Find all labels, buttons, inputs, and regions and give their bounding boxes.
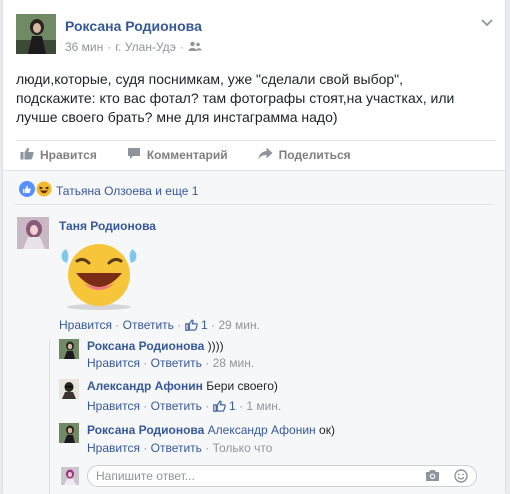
like-label: Нравится [40, 147, 97, 162]
thumbs-up-icon [184, 319, 198, 334]
reply-reply-link[interactable]: Ответить [151, 399, 202, 413]
reply-time[interactable]: 28 мин. [213, 356, 255, 370]
thumbs-up-icon [212, 400, 226, 415]
divider [15, 204, 493, 205]
post-text: люди,которые, судя поснимкам, уже "сдела… [16, 71, 455, 125]
comment-actions: Нравится · Ответить · 1 · 29 мин. [59, 318, 260, 334]
smile-icon[interactable] [454, 469, 468, 486]
thumbs-up-icon [20, 147, 34, 163]
like-button[interactable]: Нравится [20, 147, 97, 163]
post-card: Роксана Родионова 36 мин · г. Улан-Удэ ·… [2, 0, 506, 494]
reactions-summary[interactable]: Татьяна Олзоева и еще 1 [19, 181, 198, 200]
reply-input-placeholder: Напишите ответ... [96, 469, 195, 483]
reply-like-count[interactable]: 1 [229, 399, 236, 413]
chevron-down-icon[interactable] [481, 14, 493, 30]
share-label: Поделиться [278, 147, 351, 162]
reply-actions: Нравится · Ответить · 28 мин. [87, 356, 255, 370]
reply-text: Бери своего) [206, 379, 278, 393]
share-icon [258, 147, 273, 163]
comment-reply-link[interactable]: Ответить [123, 318, 174, 332]
friends-icon [188, 40, 202, 54]
reply-text-line: Роксана Родионова Александр Афонин ок) [87, 423, 335, 437]
reply-actions: Нравится · Ответить · Только что [87, 441, 273, 455]
share-button[interactable]: Поделиться [258, 147, 351, 163]
reply-author-name[interactable]: Роксана Родионова [87, 423, 204, 437]
reply-text: ок) [319, 423, 335, 437]
post-time[interactable]: 36 мин [65, 40, 103, 54]
reply-like-link[interactable]: Нравится [87, 356, 140, 370]
reply-reply-link[interactable]: Ответить [151, 356, 202, 370]
camera-icon[interactable] [425, 469, 440, 486]
comment-like-count[interactable]: 1 [201, 318, 208, 332]
post-meta: 36 мин · г. Улан-Удэ · [65, 40, 202, 54]
comment-avatar[interactable] [17, 217, 49, 249]
current-user-avatar [61, 467, 79, 485]
post-actions: Нравится Комментарий Поделиться [16, 140, 496, 168]
reply-time[interactable]: Только что [213, 441, 273, 455]
reply-like-link[interactable]: Нравится [87, 441, 140, 455]
reply-thread-line [49, 339, 50, 494]
reply-actions: Нравится · Ответить · 1 · 1 мин. [87, 399, 282, 415]
reply-avatar[interactable] [59, 423, 79, 443]
reply-like-link[interactable]: Нравится [87, 399, 140, 413]
reply-reply-link[interactable]: Ответить [151, 441, 202, 455]
reply-mention[interactable]: Александр Афонин [208, 423, 316, 437]
comment-icon [127, 147, 141, 163]
reply-avatar[interactable] [59, 379, 79, 399]
haha-reaction-icon [36, 181, 52, 200]
reply-author-name[interactable]: Роксана Родионова [87, 339, 204, 353]
like-reaction-icon [19, 181, 35, 200]
laughing-sticker [57, 239, 143, 311]
reply-text: )))) [207, 339, 224, 353]
comment-like-link[interactable]: Нравится [59, 318, 112, 332]
reply-text-line: Роксана Родионова )))) [87, 339, 224, 353]
comment-time[interactable]: 29 мин. [218, 318, 260, 332]
reactions-names[interactable]: Татьяна Олзоева и еще 1 [56, 184, 198, 198]
author-avatar[interactable] [16, 14, 56, 54]
reply-author-name[interactable]: Александр Афонин [87, 379, 203, 393]
reply-avatar[interactable] [59, 339, 79, 359]
reply-text-line: Александр Афонин Бери своего) [87, 379, 278, 393]
comment-label: Комментарий [146, 147, 228, 162]
post-location[interactable]: г. Улан-Удэ [115, 40, 176, 54]
comment-author-name[interactable]: Таня Родионова [59, 219, 156, 233]
reply-input[interactable]: Напишите ответ... [87, 465, 477, 487]
reply-time[interactable]: 1 мин. [246, 399, 281, 413]
comments-section: Татьяна Олзоева и еще 1 Таня Родионова Н… [3, 170, 505, 494]
reply-input-icons [425, 469, 468, 486]
post-author[interactable]: Роксана Родионова [65, 18, 202, 34]
comment-author: Таня Родионова [59, 219, 156, 233]
comment-button[interactable]: Комментарий [127, 147, 228, 163]
